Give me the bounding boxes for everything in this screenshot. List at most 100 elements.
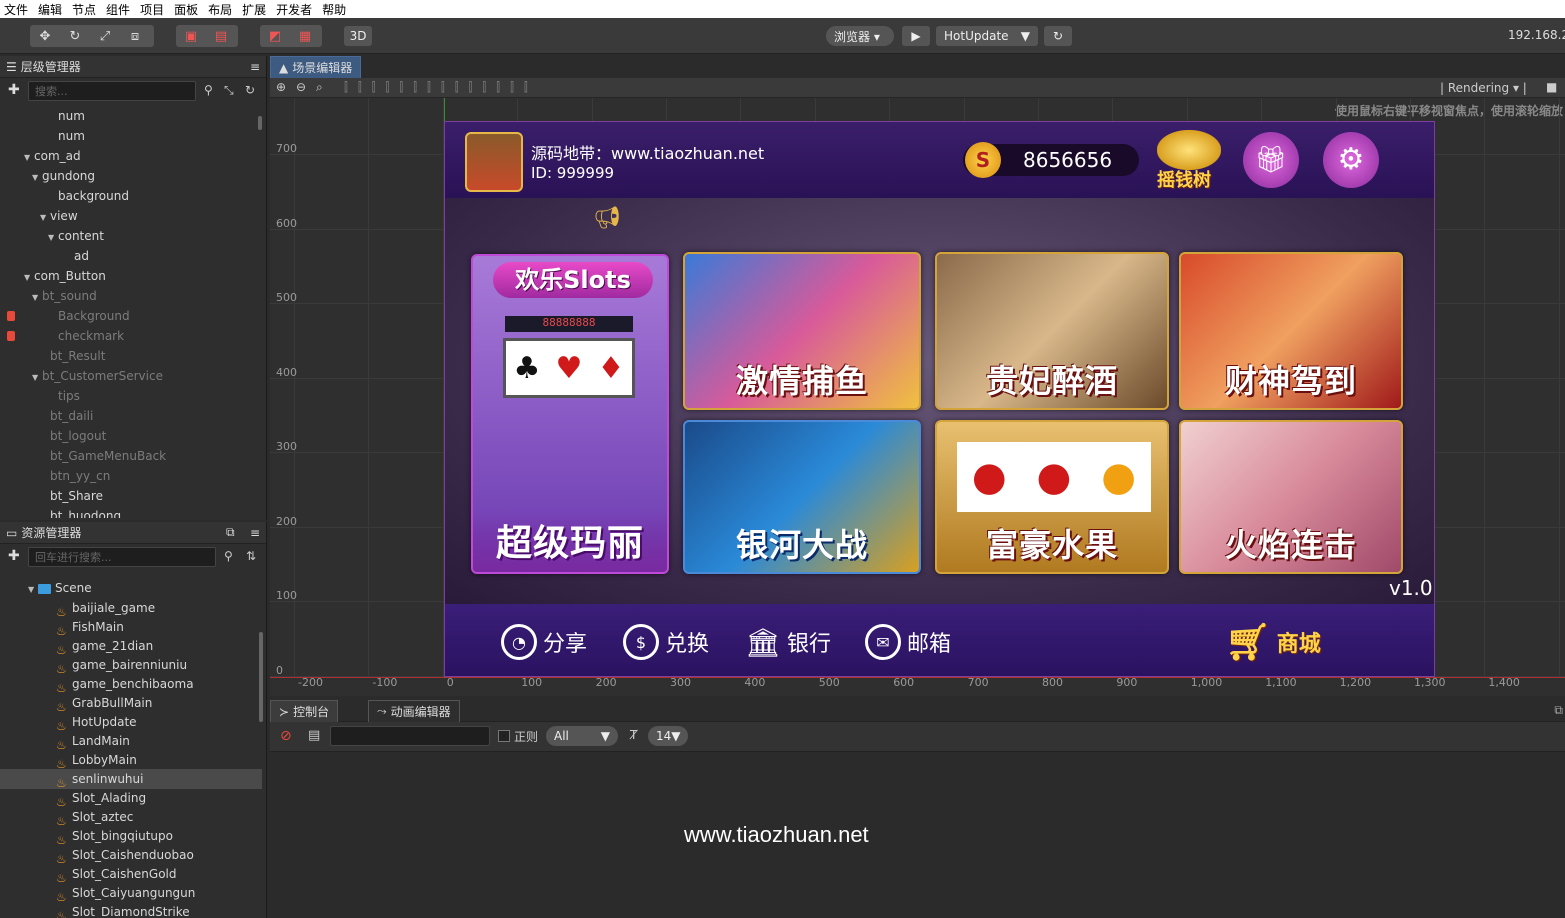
- menu-item[interactable]: 组件: [106, 1, 130, 18]
- tree-node[interactable]: bt_huodong: [0, 506, 262, 518]
- tree-node[interactable]: ad: [0, 246, 262, 266]
- align-tools-icon[interactable]: ⫿⫿⫿⫿⫿⫿⫿⫿⫿⫿⫿⫿⫿⫿: [344, 80, 538, 95]
- console-filter-input[interactable]: [330, 726, 490, 746]
- menu-item[interactable]: 文件: [4, 1, 28, 18]
- asset-item[interactable]: ♨ Slot_aztec: [0, 807, 262, 828]
- grid-icon[interactable]: ▦: [290, 25, 320, 47]
- asset-item[interactable]: ♨ GrabBullMain: [0, 693, 262, 714]
- pivot-local-icon[interactable]: ▣: [176, 25, 206, 47]
- tree-node[interactable]: bt_daili: [0, 406, 262, 426]
- chevron-down-icon[interactable]: ▼: [32, 168, 42, 188]
- game-canvas[interactable]: 源码地带：www.tiaozhuan.net ID: 999999 S 8656…: [444, 121, 1435, 677]
- chevron-down-icon[interactable]: ▼: [24, 148, 34, 168]
- tree-node[interactable]: ▼ com_Button: [0, 266, 262, 286]
- game-card-caishen[interactable]: 财神驾到: [1179, 252, 1403, 410]
- rendering-select[interactable]: | Rendering ▾ |: [1440, 81, 1527, 95]
- tree-node[interactable]: bt_logout: [0, 426, 262, 446]
- scale-tool-icon[interactable]: ⤢: [90, 25, 120, 47]
- game-card-galaxy[interactable]: 银河大战: [683, 420, 921, 574]
- lock-icon[interactable]: [7, 331, 15, 341]
- collapse-icon[interactable]: ⤡: [224, 83, 234, 98]
- search-icon[interactable]: ⚲: [204, 83, 213, 97]
- scene-viewport[interactable]: 使用鼠标右键平移视窗焦点，使用滚轮缩放 700 600 500 400 300 200 10…: [270, 98, 1565, 696]
- tree-node[interactable]: num: [0, 106, 262, 126]
- chevron-down-icon[interactable]: ▼: [32, 288, 42, 308]
- menu-item[interactable]: 节点: [72, 1, 96, 18]
- snap-icon[interactable]: ◩: [260, 25, 290, 47]
- clear-icon[interactable]: ⊘: [280, 728, 292, 744]
- exchange-button[interactable]: $ 兑换: [623, 622, 709, 662]
- refresh-icon[interactable]: ↻: [1044, 26, 1072, 46]
- game-card-fruit[interactable]: ● ● ● 富豪水果: [935, 420, 1169, 574]
- camera-icon[interactable]: ■: [1546, 80, 1557, 94]
- zoom-in-icon[interactable]: ⊕: [276, 80, 286, 94]
- assets-search-input[interactable]: 回车进行搜索...: [28, 547, 216, 567]
- hierarchy-search-input[interactable]: 搜索...: [28, 81, 196, 101]
- panel-popout-icon[interactable]: ⧉: [226, 525, 235, 540]
- tree-node[interactable]: ▼ bt_CustomerService: [0, 366, 262, 386]
- add-asset-icon[interactable]: ✚: [8, 548, 20, 564]
- settings-gear-icon[interactable]: ⚙: [1323, 132, 1379, 188]
- tree-node[interactable]: btn_yy_cn: [0, 466, 262, 486]
- tree-node[interactable]: num: [0, 126, 262, 146]
- asset-item[interactable]: ♨ LandMain: [0, 731, 262, 752]
- menu-item[interactable]: 面板: [174, 1, 198, 18]
- game-card-slots[interactable]: 欢乐Slots 88888888 ♣ ♥ ♦ 超级玛丽: [471, 254, 669, 574]
- bank-button[interactable]: 🏛︎ 银行: [745, 622, 831, 662]
- asset-item[interactable]: ♨ Slot_DiamondStrike: [0, 902, 262, 918]
- gift-icon[interactable]: 🎁︎: [1243, 132, 1299, 188]
- log-file-icon[interactable]: ▤: [308, 728, 320, 743]
- tree-node[interactable]: background: [0, 186, 262, 206]
- tree-node[interactable]: ▼ view: [0, 206, 262, 226]
- asset-item[interactable]: ♨ game_benchibaoma: [0, 674, 262, 695]
- asset-item[interactable]: ♨ game_21dian: [0, 636, 262, 657]
- move-tool-icon[interactable]: ✥: [30, 25, 60, 47]
- chevron-down-icon[interactable]: ▼: [24, 268, 34, 288]
- preview-mode-select[interactable]: 浏览器 ▾: [826, 26, 894, 46]
- tab-console[interactable]: ≻ 控制台: [270, 700, 339, 722]
- tree-node[interactable]: ▼ bt_sound: [0, 286, 262, 306]
- money-tree-icon[interactable]: [1157, 130, 1221, 170]
- refresh-icon[interactable]: ↻: [245, 83, 255, 97]
- avatar[interactable]: [465, 132, 523, 192]
- asset-item[interactable]: ♨ Slot_bingqiutupo: [0, 826, 262, 847]
- add-node-icon[interactable]: ✚: [8, 82, 20, 98]
- panel-menu-icon[interactable]: ≡: [250, 526, 260, 540]
- tree-node[interactable]: bt_GameMenuBack: [0, 446, 262, 466]
- zoom-reset-icon[interactable]: ⌕: [316, 80, 323, 95]
- sort-icon[interactable]: ⇅: [246, 549, 256, 563]
- menu-item[interactable]: 布局: [208, 1, 232, 18]
- tab-scene-editor[interactable]: ▲ 场景编辑器: [270, 56, 362, 78]
- tree-node[interactable]: checkmark: [0, 326, 262, 346]
- chevron-down-icon[interactable]: ▼: [48, 228, 58, 248]
- asset-item[interactable]: ♨ Slot_Caiyuangungun: [0, 883, 262, 904]
- log-level-select[interactable]: All ▼: [546, 726, 618, 746]
- share-button[interactable]: ◔ 分享: [501, 622, 587, 662]
- menu-item[interactable]: 扩展: [242, 1, 266, 18]
- asset-item[interactable]: ♨ baijiale_game: [0, 598, 262, 619]
- tree-node[interactable]: ▼ content: [0, 226, 262, 246]
- rect-tool-icon[interactable]: ⧈: [120, 25, 150, 47]
- tree-node[interactable]: bt_Result: [0, 346, 262, 366]
- menu-item[interactable]: 编辑: [38, 1, 62, 18]
- asset-item[interactable]: ♨ Slot_Alading: [0, 788, 262, 809]
- assets-scrollbar[interactable]: [259, 632, 263, 722]
- tree-node[interactable]: tips: [0, 386, 262, 406]
- menu-item[interactable]: 开发者: [276, 1, 312, 18]
- game-card-flame[interactable]: 火焰连击: [1179, 420, 1403, 574]
- tree-node[interactable]: ▼ gundong: [0, 166, 262, 186]
- chevron-down-icon[interactable]: ▼: [40, 208, 50, 228]
- regex-checkbox[interactable]: [498, 730, 510, 742]
- tab-animation-editor[interactable]: ⤳ 动画编辑器: [368, 700, 460, 722]
- folder-scene[interactable]: ▼ Scene: [0, 578, 262, 598]
- zoom-out-icon[interactable]: ⊖: [296, 80, 306, 94]
- toggle-3d-button[interactable]: 3D: [344, 26, 372, 46]
- asset-item[interactable]: ♨ Slot_CaishenGold: [0, 864, 262, 885]
- panel-menu-icon[interactable]: ≡: [250, 60, 260, 74]
- asset-item[interactable]: ♨ game_bairenniuniu: [0, 655, 262, 676]
- menu-item[interactable]: 帮助: [322, 1, 346, 18]
- play-icon[interactable]: ▶: [902, 26, 930, 46]
- tree-node[interactable]: Background: [0, 306, 262, 326]
- search-icon[interactable]: ⚲: [224, 549, 233, 563]
- scene-select[interactable]: HotUpdate ▼: [936, 26, 1038, 46]
